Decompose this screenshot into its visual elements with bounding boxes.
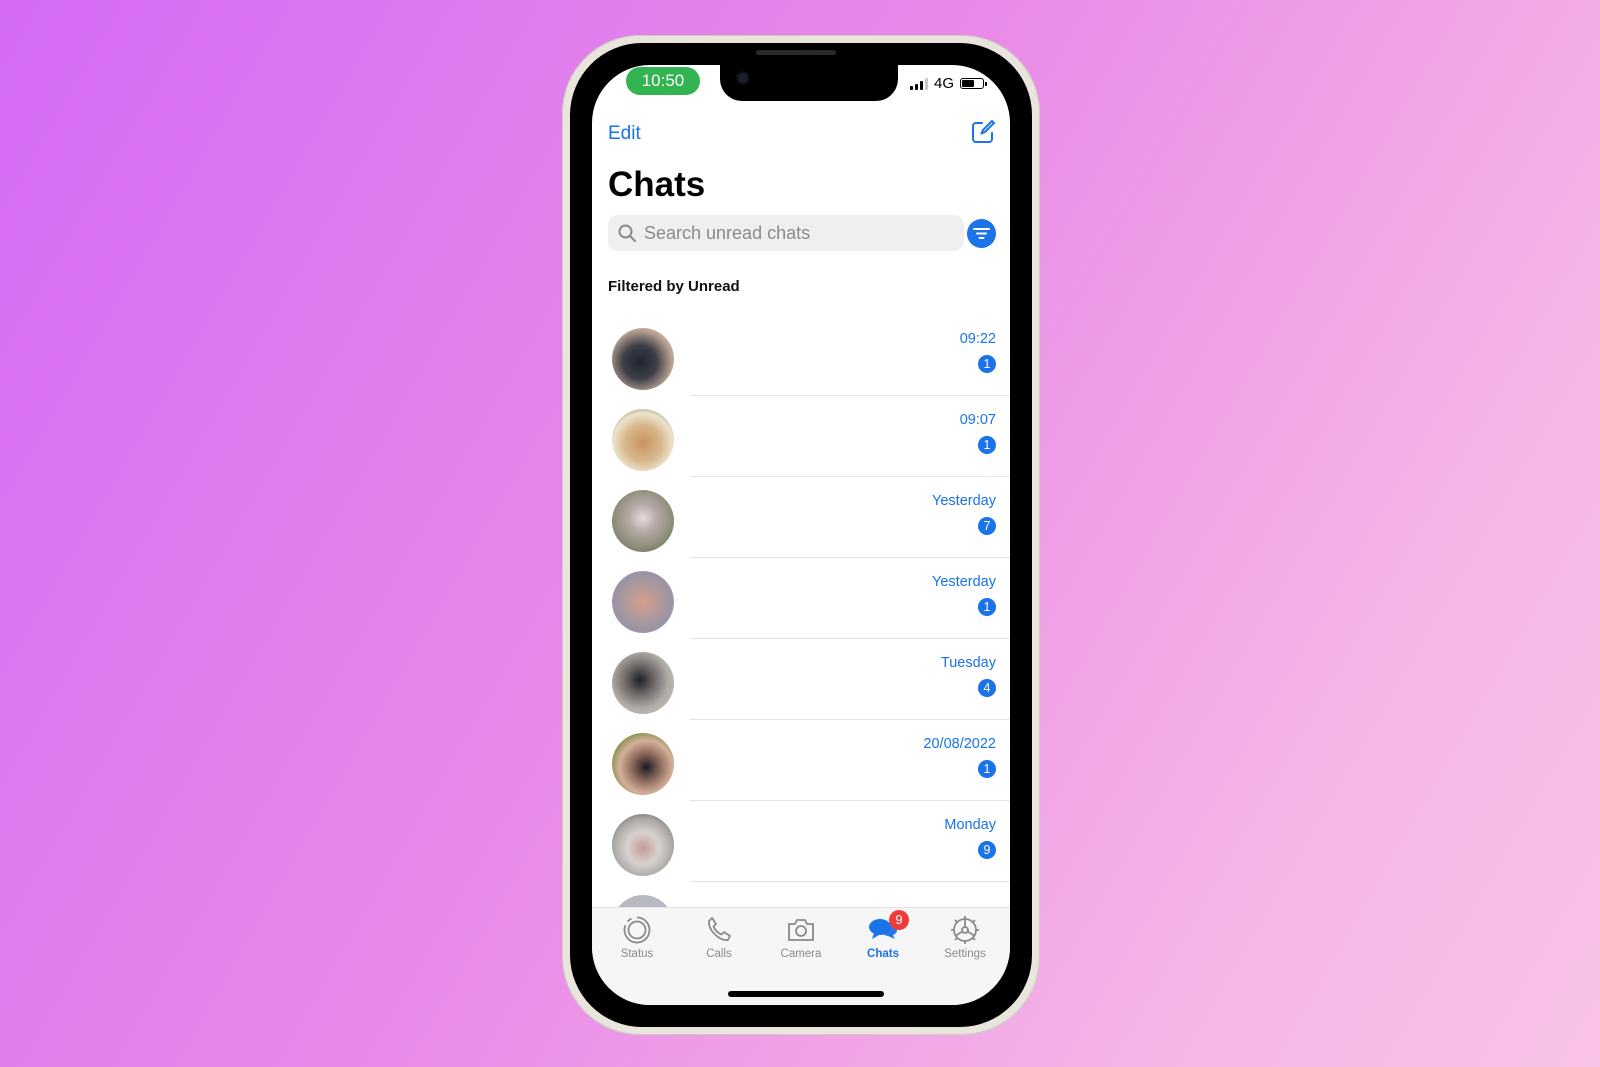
chat-time: Tuesday <box>940 655 996 671</box>
avatar <box>612 490 674 552</box>
search-icon <box>618 224 636 242</box>
tab-label: Camera <box>780 948 822 960</box>
filter-button[interactable] <box>967 219 996 248</box>
search-bar[interactable] <box>608 215 964 251</box>
chats-unread-badge: 9 <box>889 910 909 930</box>
filter-icon <box>973 228 990 239</box>
tab-label: Settings <box>944 948 986 960</box>
compose-button[interactable] <box>970 119 996 145</box>
unread-badge: 4 <box>978 679 996 697</box>
tab-status[interactable]: Status <box>597 908 677 1005</box>
notch <box>720 65 898 101</box>
unread-badge: 1 <box>978 598 996 616</box>
avatar <box>612 814 674 876</box>
phone-frame: 10:50 4G Edit Chats Search unread chats … <box>562 35 1040 1035</box>
chat-row[interactable]: Tuesday 4 <box>592 639 1010 720</box>
avatar <box>612 571 674 633</box>
chat-time: 20/08/2022 <box>923 736 996 752</box>
unread-badge: 1 <box>978 436 996 454</box>
compose-icon <box>972 120 995 143</box>
chat-row[interactable]: Yesterday 1 <box>592 558 1010 639</box>
status-indicators: 4G <box>909 75 987 92</box>
front-camera <box>738 73 748 83</box>
avatar <box>612 733 674 795</box>
tab-label: Chats <box>867 948 899 960</box>
chat-time: 09:22 <box>959 331 996 347</box>
page-title: Chats <box>608 165 706 204</box>
unread-badge: 1 <box>978 760 996 778</box>
gear-icon <box>951 916 979 944</box>
chat-row[interactable]: Yesterday 7 <box>592 477 1010 558</box>
tab-label: Calls <box>706 948 732 960</box>
home-indicator[interactable] <box>728 991 884 997</box>
network-type: 4G <box>933 75 954 92</box>
chat-list: 09:22 1 09:07 1 Yesterday 7 Yesterday 1 … <box>592 315 1010 963</box>
tab-label: Status <box>620 948 654 960</box>
status-icon <box>623 916 651 944</box>
chat-time: 09:07 <box>959 412 996 428</box>
status-time: 10:50 <box>626 67 700 95</box>
phone-icon <box>708 917 731 941</box>
earpiece-speaker <box>756 50 836 55</box>
tab-bar: Status Calls Camera 9 Chats Settings <box>592 907 1010 1005</box>
chat-row[interactable]: Monday 9 <box>592 801 1010 882</box>
chat-time: Yesterday <box>932 493 996 509</box>
battery-icon <box>960 78 987 89</box>
screen: 10:50 4G Edit Chats Search unread chats … <box>592 65 1010 1005</box>
avatar <box>612 409 674 471</box>
tab-settings[interactable]: Settings <box>925 908 1005 1005</box>
camera-icon <box>788 919 814 941</box>
unread-badge: 7 <box>978 517 996 535</box>
chat-row[interactable]: 09:22 1 <box>592 315 1010 396</box>
chat-row[interactable]: 20/08/2022 1 <box>592 720 1010 801</box>
search-input[interactable] <box>642 221 946 245</box>
edit-button[interactable]: Edit <box>608 123 641 145</box>
unread-badge: 9 <box>978 841 996 859</box>
phone-bezel: 10:50 4G Edit Chats Search unread chats … <box>570 43 1032 1027</box>
chat-time: Monday <box>944 817 996 833</box>
avatar <box>612 652 674 714</box>
signal-icon <box>909 77 928 90</box>
chat-row[interactable]: 09:07 1 <box>592 396 1010 477</box>
unread-badge: 1 <box>978 355 996 373</box>
chat-time: Yesterday <box>932 574 996 590</box>
filter-status-label: Filtered by Unread <box>608 278 740 295</box>
avatar <box>612 328 674 390</box>
